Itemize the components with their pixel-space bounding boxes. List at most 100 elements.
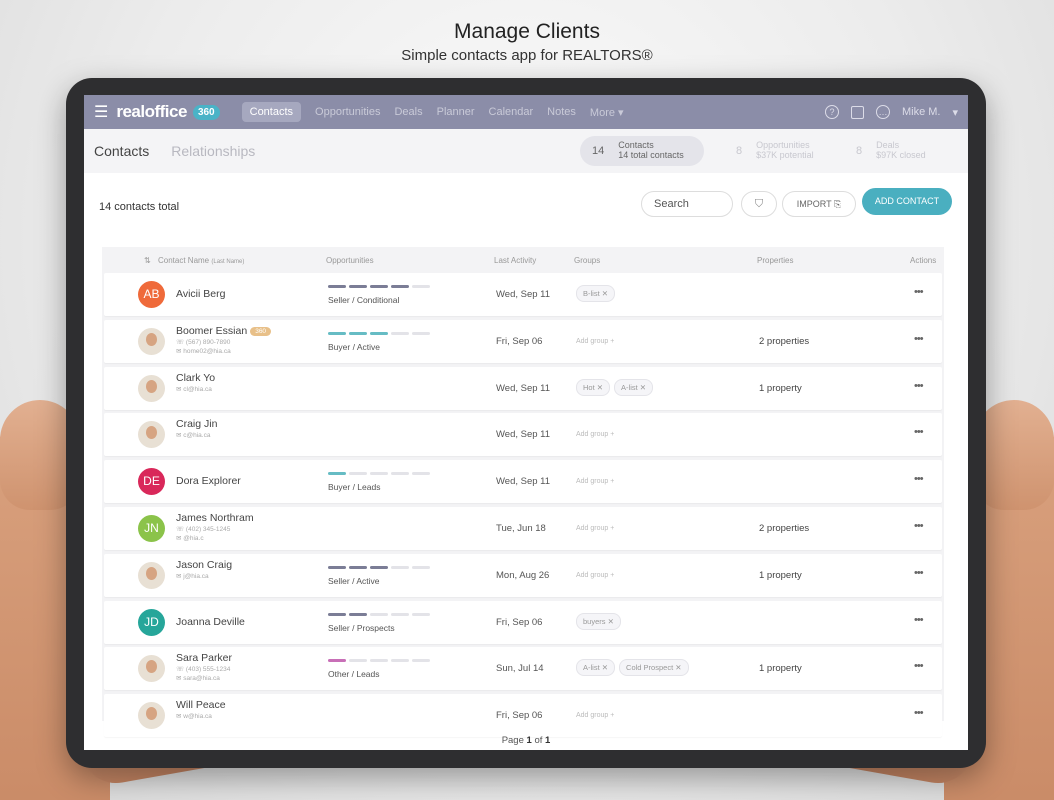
stat-opportunities[interactable]: 8 Opportunities $37K potential	[724, 136, 826, 166]
avatar[interactable]	[138, 561, 165, 589]
contact-name[interactable]: Sara Parker	[176, 652, 232, 664]
group-chip[interactable]: Hot ✕	[576, 378, 611, 396]
add-group-link[interactable]: Add group +	[576, 478, 614, 485]
group-chip[interactable]: A-list ✕	[576, 659, 616, 677]
contact-phone[interactable]: ☏ (402) 345-1245	[176, 525, 230, 533]
add-group-link[interactable]: Add group +	[576, 712, 614, 719]
properties-count[interactable]: 2 properties	[759, 523, 809, 534]
contact-name[interactable]: Will Peace	[176, 699, 226, 711]
group-chip[interactable]: A-list ✕	[614, 378, 654, 396]
more-actions-icon[interactable]: •••	[914, 614, 924, 626]
contact-name[interactable]: Dora Explorer	[176, 475, 241, 487]
tab-contacts[interactable]: Contacts	[94, 143, 149, 159]
more-actions-icon[interactable]: •••	[914, 380, 924, 392]
sort-icon[interactable]: ⇅	[144, 256, 151, 265]
add-contact-button[interactable]: ADD CONTACT	[862, 188, 952, 215]
nav-tab-calendar[interactable]: Calendar	[489, 106, 534, 118]
contact-phone[interactable]: ☏ (403) 555-1234	[176, 665, 230, 673]
opportunity-label[interactable]: Other / Leads	[328, 669, 380, 679]
table-row[interactable]: Jason Craig ✉ j@hia.ca Seller / Active Mon,…	[104, 553, 942, 597]
more-actions-icon[interactable]: •••	[914, 333, 924, 345]
opportunity-label[interactable]: Seller / Active	[328, 576, 380, 586]
nav-tab-planner[interactable]: Planner	[437, 106, 475, 118]
group-chip[interactable]: buyers ✕	[576, 612, 621, 630]
properties-count[interactable]: 1 property	[759, 570, 802, 581]
tab-relationships[interactable]: Relationships	[171, 143, 255, 159]
avatar[interactable]	[138, 702, 165, 730]
avatar[interactable]	[138, 655, 165, 683]
contact-email[interactable]: ✉ cl@hia.ca	[176, 385, 212, 393]
calendar-icon[interactable]	[850, 105, 864, 119]
avatar[interactable]: DE	[138, 468, 165, 496]
table-row[interactable]: Sara Parker ☏ (403) 555-1234 ✉ sara@hia.ca…	[104, 647, 942, 691]
last-activity: Sun, Jul 14	[496, 663, 544, 675]
contact-name-text: Craig Jin	[176, 418, 218, 431]
chat-icon[interactable]: …	[875, 105, 890, 119]
contact-name[interactable]: Jason Craig	[176, 559, 232, 571]
more-actions-icon[interactable]: •••	[914, 286, 924, 298]
contact-name[interactable]: Clark Yo	[176, 372, 215, 384]
opportunity-label[interactable]: Buyer / Active	[328, 342, 380, 352]
filter-button[interactable]: ⛉	[741, 191, 777, 217]
more-actions-icon[interactable]: •••	[914, 707, 924, 719]
menu-icon[interactable]: ☰	[94, 102, 108, 122]
avatar[interactable]	[138, 327, 165, 355]
search-input[interactable]: Search	[641, 191, 733, 217]
nav-tab-opportunities[interactable]: Opportunities	[315, 106, 380, 118]
contact-email[interactable]: ✉ home02@hia.ca	[176, 347, 231, 355]
chevron-down-icon[interactable]: ▾	[952, 106, 958, 119]
add-group-link[interactable]: Add group +	[576, 525, 614, 532]
avatar[interactable]	[138, 374, 165, 402]
nav-tab-contacts[interactable]: Contacts	[241, 102, 302, 122]
table-row[interactable]: Boomer Essian 360 ☏ (567) 890-7890 ✉ home02…	[104, 319, 942, 363]
avatar[interactable]	[138, 421, 165, 449]
nav-tab-notes[interactable]: Notes	[547, 106, 576, 118]
contact-email[interactable]: ✉ sara@hia.ca	[176, 674, 220, 682]
opportunity-label[interactable]: Buyer / Leads	[328, 482, 380, 492]
import-button[interactable]: IMPORT ⎘	[782, 191, 856, 217]
avatar[interactable]: JD	[138, 608, 165, 636]
avatar[interactable]: JN	[138, 515, 165, 542]
properties-count[interactable]: 2 properties	[759, 336, 809, 347]
add-group-link[interactable]: Add group +	[576, 338, 614, 345]
contact-name[interactable]: Joanna Deville	[176, 616, 245, 628]
add-group-link[interactable]: Add group +	[576, 572, 614, 579]
table-row[interactable]: AB Avicii Berg Seller / Conditional Wed, Se…	[104, 273, 942, 316]
contact-email[interactable]: ✉ @hia.c	[176, 534, 204, 542]
properties-count[interactable]: 1 property	[759, 663, 802, 674]
properties-count[interactable]: 1 property	[759, 383, 802, 394]
nav-tab-more[interactable]: More ▾	[590, 106, 624, 119]
group-chip[interactable]: B-list ✕	[576, 285, 616, 302]
app-logo[interactable]: realoffice	[116, 102, 187, 122]
contact-name[interactable]: James Northram	[176, 512, 254, 524]
contact-name[interactable]: Boomer Essian 360	[176, 325, 272, 337]
more-actions-icon[interactable]: •••	[914, 520, 924, 532]
group-chip[interactable]: Cold Prospect ✕	[619, 659, 689, 677]
table-row[interactable]: JD Joanna Deville Seller / Prospects Fri, S…	[104, 600, 942, 644]
opportunity-label[interactable]: Seller / Prospects	[328, 623, 395, 633]
contact-phone[interactable]: ☏ (567) 890-7890	[176, 338, 230, 346]
col-contact-name[interactable]: Contact Name (Last Name)	[158, 256, 244, 265]
stat-contacts[interactable]: 14 Contacts 14 total contacts	[580, 136, 704, 166]
contact-email[interactable]: ✉ j@hia.ca	[176, 572, 209, 580]
help-icon[interactable]: ?	[824, 105, 839, 119]
stat-deals[interactable]: 8 Deals $97K closed	[844, 136, 938, 166]
contact-name[interactable]: Avicii Berg	[176, 288, 225, 300]
table-row[interactable]: Will Peace ✉ w@hia.ca Fri, Sep 06 Add group…	[104, 694, 942, 738]
contact-email[interactable]: ✉ c@hia.ca	[176, 431, 210, 439]
table-row[interactable]: Craig Jin ✉ c@hia.ca Wed, Sep 11 Add group …	[104, 413, 942, 457]
contact-name[interactable]: Craig Jin	[176, 418, 217, 430]
more-actions-icon[interactable]: •••	[914, 567, 924, 579]
contact-email[interactable]: ✉ w@hia.ca	[176, 712, 212, 720]
more-actions-icon[interactable]: •••	[914, 660, 924, 672]
opportunity-label[interactable]: Seller / Conditional	[328, 295, 399, 305]
table-row[interactable]: Clark Yo ✉ cl@hia.ca Wed, Sep 11 Hot ✕ A-lis…	[104, 366, 942, 410]
user-menu[interactable]: Mike M.	[902, 106, 941, 118]
more-actions-icon[interactable]: •••	[914, 426, 924, 438]
table-row[interactable]: JN James Northram ☏ (402) 345-1245 ✉ @hia.c…	[104, 507, 942, 550]
table-row[interactable]: DE Dora Explorer Buyer / Leads Wed, Sep 11 A…	[104, 460, 942, 504]
nav-tab-deals[interactable]: Deals	[394, 106, 422, 118]
avatar[interactable]: AB	[138, 281, 165, 308]
more-actions-icon[interactable]: •••	[914, 473, 924, 485]
add-group-link[interactable]: Add group +	[576, 431, 614, 438]
